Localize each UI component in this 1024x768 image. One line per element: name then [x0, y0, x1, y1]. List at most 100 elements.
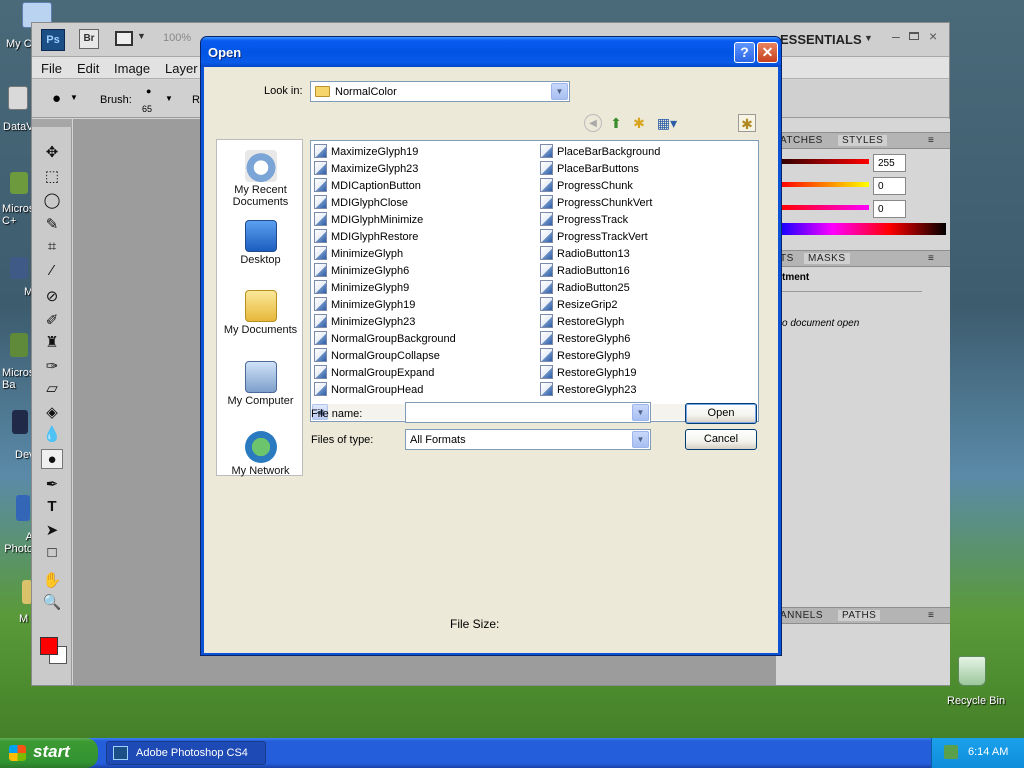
tools-panel-header[interactable]: [32, 119, 72, 127]
file-list-item[interactable]: PlaceBarBackground: [540, 144, 660, 161]
file-list-item[interactable]: RestoreGlyph23: [540, 382, 637, 399]
tab-channels[interactable]: ANNELS: [780, 610, 823, 621]
eraser-tool-icon[interactable]: ▱: [41, 379, 63, 399]
eyedropper-tool-icon[interactable]: ⁄: [41, 261, 63, 281]
chevron-down-icon[interactable]: ▼: [137, 31, 146, 41]
new-folder-icon[interactable]: ✱: [630, 114, 648, 132]
move-tool-icon[interactable]: ✥: [41, 143, 63, 163]
file-list-item[interactable]: ProgressChunk: [540, 178, 633, 195]
chevron-down-icon[interactable]: ▼: [632, 431, 649, 448]
file-list-item[interactable]: MinimizeGlyph9: [314, 280, 409, 297]
file-list-item[interactable]: RadioButton16: [540, 263, 630, 280]
file-list-item[interactable]: NormalGroupBackground: [314, 331, 456, 348]
panel-menu-icon[interactable]: ≡: [928, 135, 934, 146]
place-desktop[interactable]: Desktop: [217, 220, 304, 266]
blue-slider[interactable]: [781, 205, 869, 210]
view-menu-icon[interactable]: ▦▾: [655, 114, 679, 132]
color-ramp[interactable]: [776, 223, 946, 235]
panel-menu-icon[interactable]: ≡: [928, 253, 934, 264]
file-list-item[interactable]: PlaceBarButtons: [540, 161, 639, 178]
hand-tool-icon[interactable]: ✋: [41, 571, 63, 591]
blur-tool-icon[interactable]: 💧: [41, 425, 63, 445]
green-slider[interactable]: [781, 182, 869, 187]
file-list-item[interactable]: MinimizeGlyph23: [314, 314, 415, 331]
desktop-icon-label[interactable]: My C: [6, 38, 32, 50]
panel-menu-icon[interactable]: ≡: [928, 610, 934, 621]
taskbar-photoshop-button[interactable]: Adobe Photoshop CS4: [106, 741, 266, 765]
brush-preview-icon[interactable]: ●: [146, 86, 151, 96]
file-list-item[interactable]: NormalGroupHead: [314, 382, 423, 399]
menu-layer[interactable]: Layer: [165, 61, 198, 76]
desktop-icon-label[interactable]: M: [19, 613, 28, 625]
cancel-button[interactable]: Cancel: [685, 429, 757, 450]
file-list-item[interactable]: RadioButton25: [540, 280, 630, 297]
blue-value[interactable]: 0: [873, 200, 906, 218]
file-list-item[interactable]: MDIGlyphRestore: [314, 229, 418, 246]
bridge-button[interactable]: Br: [79, 29, 99, 49]
workspace-switcher[interactable]: ESSENTIALS: [780, 32, 862, 47]
file-list-item[interactable]: NormalGroupExpand: [314, 365, 434, 382]
marquee-tool-icon[interactable]: ⬚: [41, 167, 63, 187]
minimize-icon[interactable]: –: [892, 28, 900, 44]
quick-select-tool-icon[interactable]: ✎: [41, 215, 63, 235]
green-value[interactable]: 0: [873, 177, 906, 195]
close-icon[interactable]: ✕: [757, 42, 778, 63]
red-value[interactable]: 255: [873, 154, 906, 172]
file-list-item[interactable]: MinimizeGlyph19: [314, 297, 415, 314]
file-list-item[interactable]: RestoreGlyph6: [540, 331, 630, 348]
healing-brush-tool-icon[interactable]: ⊘: [41, 287, 63, 307]
back-icon[interactable]: ◀: [584, 114, 602, 132]
file-list-item[interactable]: MDICaptionButton: [314, 178, 421, 195]
desktop-icon-label[interactable]: Micros Ba: [2, 367, 34, 391]
tab-masks[interactable]: MASKS: [804, 253, 850, 264]
tab-adjustments[interactable]: TS: [780, 253, 794, 264]
look-in-combo[interactable]: NormalColor ▼: [310, 81, 570, 102]
menu-edit[interactable]: Edit: [77, 61, 99, 76]
file-list-item[interactable]: MDIGlyphClose: [314, 195, 408, 212]
file-list-item[interactable]: MaximizeGlyph19: [314, 144, 418, 161]
lasso-tool-icon[interactable]: ◯: [41, 191, 63, 211]
recycle-bin-icon[interactable]: [958, 656, 986, 686]
file-list-item[interactable]: RestoreGlyph9: [540, 348, 630, 365]
file-list-item[interactable]: ResizeGrip2: [540, 297, 618, 314]
file-list-item[interactable]: NormalGroupCollapse: [314, 348, 440, 365]
path-select-tool-icon[interactable]: ➤: [41, 521, 63, 541]
clone-stamp-tool-icon[interactable]: ♜: [41, 333, 63, 353]
pen-tool-icon[interactable]: ✒: [41, 475, 63, 495]
maximize-icon[interactable]: [909, 32, 919, 40]
start-button[interactable]: start: [0, 738, 98, 768]
dev-desktop-icon[interactable]: [12, 410, 28, 434]
chevron-down-icon[interactable]: ▼: [632, 404, 649, 421]
photoshop-desktop-icon[interactable]: [16, 495, 30, 521]
chevron-down-icon[interactable]: ▼: [551, 83, 568, 100]
desktop-icon-label[interactable]: A Photo: [3, 531, 33, 555]
app-desktop-icon[interactable]: [10, 257, 28, 279]
type-tool-icon[interactable]: T: [41, 497, 63, 517]
menu-image[interactable]: Image: [114, 61, 150, 76]
file-list-item[interactable]: RadioButton13: [540, 246, 630, 263]
file-list-item[interactable]: RestoreGlyph19: [540, 365, 637, 382]
desktop-icon-label[interactable]: Micros C+: [2, 203, 34, 227]
dodge-tool-icon[interactable]: ●: [41, 449, 63, 469]
tab-styles[interactable]: STYLES: [838, 135, 888, 146]
chevron-down-icon[interactable]: ▼: [165, 94, 173, 103]
file-list-item[interactable]: RestoreGlyph: [540, 314, 624, 331]
safely-remove-icon[interactable]: [944, 745, 958, 759]
place-my-computer[interactable]: My Computer: [217, 361, 304, 407]
place-my-network[interactable]: My Network: [217, 431, 304, 477]
dialog-title-bar[interactable]: Open ? ✕: [201, 37, 781, 67]
paint-bucket-tool-icon[interactable]: ◈: [41, 403, 63, 423]
brush-tool-preset-icon[interactable]: ●: [52, 90, 61, 107]
datav-desktop-icon[interactable]: [8, 86, 28, 110]
msvc-desktop-icon[interactable]: [10, 172, 28, 194]
file-list-item[interactable]: ProgressTrack: [540, 212, 628, 229]
file-list[interactable]: MaximizeGlyph19 MaximizeGlyph23 MDICaption…: [310, 140, 759, 422]
chevron-down-icon[interactable]: ▼: [864, 33, 873, 43]
msvc-basic-desktop-icon[interactable]: [10, 333, 28, 357]
zoom-level[interactable]: 100%: [163, 32, 191, 44]
shape-tool-icon[interactable]: □: [41, 543, 63, 563]
open-button[interactable]: Open: [685, 403, 757, 424]
place-my-recent-documents[interactable]: My Recent Documents: [217, 150, 304, 208]
brush-tool-icon[interactable]: ✐: [41, 311, 63, 331]
file-list-item[interactable]: ProgressTrackVert: [540, 229, 648, 246]
